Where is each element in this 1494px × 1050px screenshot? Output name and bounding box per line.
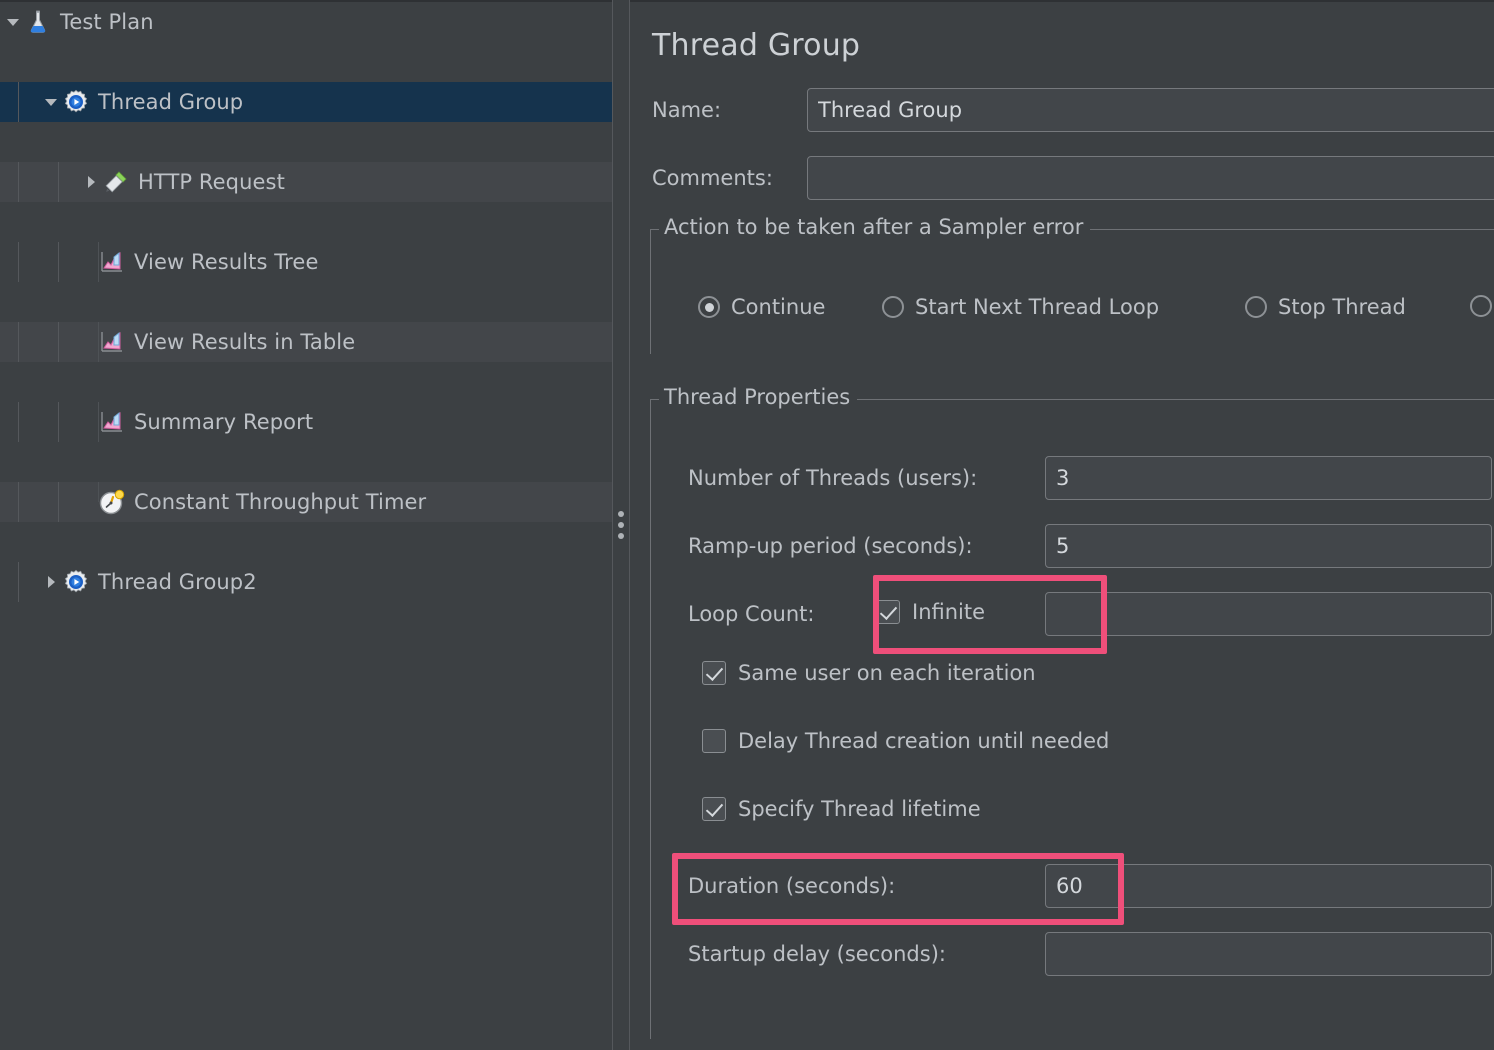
thread-properties-group-title: Thread Properties — [659, 385, 858, 409]
tree-item-test-plan[interactable]: Test Plan — [0, 2, 612, 42]
loop-count-input[interactable] — [1045, 592, 1492, 636]
radio-stop-thread[interactable]: Stop Thread — [1245, 295, 1406, 319]
tree-item-label: View Results in Table — [134, 330, 356, 354]
tree-item-view-results-in-table[interactable]: View Results in Table — [0, 322, 612, 362]
checkbox-label: Same user on each iteration — [738, 661, 1036, 685]
tree-item-label: Test Plan — [60, 10, 154, 34]
tree-item-label: View Results Tree — [134, 250, 319, 274]
chart-icon — [98, 248, 126, 276]
checkbox-delay-thread-creation[interactable]: Delay Thread creation until needed — [702, 729, 1109, 753]
tree-item-constant-throughput-timer[interactable]: Constant Throughput Timer — [0, 482, 612, 522]
tree-item-label: HTTP Request — [138, 170, 285, 194]
checkbox-icon[interactable] — [702, 661, 726, 685]
startup-delay-input[interactable] — [1045, 932, 1492, 976]
sampler-error-groupbox: Action to be taken after a Sampler error — [650, 215, 1494, 354]
loop-count-label: Loop Count: — [688, 602, 815, 626]
gear-icon — [62, 568, 90, 596]
tree-item-thread-group2[interactable]: Thread Group2 — [0, 562, 612, 602]
startup-delay-row: Startup delay (seconds): — [688, 932, 1492, 976]
tree-item-thread-group[interactable]: Thread Group — [0, 82, 612, 122]
page-title: Thread Group — [652, 28, 861, 63]
comments-row: Comments: — [652, 156, 1494, 200]
radio-icon[interactable] — [698, 296, 720, 318]
radio-icon[interactable] — [882, 296, 904, 318]
name-row: Name: — [652, 88, 1494, 132]
collapse-arrow-icon[interactable] — [40, 91, 62, 113]
tree-item-label: Thread Group2 — [98, 570, 257, 594]
gear-icon — [62, 88, 90, 116]
checkbox-icon[interactable] — [702, 729, 726, 753]
pipette-icon — [102, 168, 130, 196]
comments-label: Comments: — [652, 166, 773, 190]
thread-group-config-panel: Thread Group Name: Comments: Action to b… — [630, 0, 1494, 1050]
jmeter-window: Test Plan Thread Group HTTP Request View… — [0, 0, 1494, 1050]
checkbox-specify-thread-lifetime[interactable]: Specify Thread lifetime — [702, 797, 981, 821]
checkbox-icon[interactable] — [702, 797, 726, 821]
tree-item-view-results-tree[interactable]: View Results Tree — [0, 242, 612, 282]
tree-item-label: Thread Group — [98, 90, 244, 114]
checkbox-same-user-on-each-iteration[interactable]: Same user on each iteration — [702, 661, 1036, 685]
checkbox-label: Infinite — [912, 600, 986, 624]
tree-item-label: Constant Throughput Timer — [134, 490, 427, 514]
panel-splitter[interactable] — [612, 0, 630, 1050]
radio-icon[interactable] — [1245, 296, 1267, 318]
checkbox-icon[interactable] — [876, 600, 900, 624]
name-input[interactable] — [807, 88, 1494, 132]
radio-label: Start Next Thread Loop — [915, 295, 1160, 319]
tree-guides — [0, 82, 612, 122]
number-of-threads-input[interactable] — [1045, 456, 1492, 500]
checkbox-label: Delay Thread creation until needed — [738, 729, 1110, 753]
duration-input[interactable] — [1045, 864, 1492, 908]
number-of-threads-row: Number of Threads (users): — [688, 456, 1492, 500]
radio-label: Stop Thread — [1278, 295, 1406, 319]
sampler-error-group-title: Action to be taken after a Sampler error — [659, 215, 1091, 239]
test-plan-tree-panel[interactable]: Test Plan Thread Group HTTP Request View… — [0, 0, 612, 1050]
radio-label: Continue — [731, 295, 826, 319]
tree-item-summary-report[interactable]: Summary Report — [0, 402, 612, 442]
ramp-up-period-input[interactable] — [1045, 524, 1492, 568]
checkbox-label: Specify Thread lifetime — [738, 797, 981, 821]
expand-arrow-icon[interactable] — [40, 571, 62, 593]
startup-delay-label: Startup delay (seconds): — [688, 942, 946, 966]
clock-icon — [98, 488, 126, 516]
ramp-up-period-label: Ramp-up period (seconds): — [688, 534, 973, 558]
chart-icon — [98, 408, 126, 436]
tree-item-http-request[interactable]: HTTP Request — [0, 162, 612, 202]
duration-row: Duration (seconds): — [688, 864, 1492, 908]
radio-continue[interactable]: Continue — [698, 295, 825, 319]
name-label: Name: — [652, 98, 722, 122]
duration-label: Duration (seconds): — [688, 874, 896, 898]
loop-count-row: Loop Count: — [688, 592, 1492, 636]
number-of-threads-label: Number of Threads (users): — [688, 466, 978, 490]
comments-input[interactable] — [807, 156, 1494, 200]
checkbox-infinite[interactable]: Infinite — [876, 600, 985, 624]
expand-arrow-icon[interactable] — [80, 171, 102, 193]
tree-item-label: Summary Report — [134, 410, 314, 434]
flask-icon — [24, 8, 52, 36]
chart-icon — [98, 328, 126, 356]
expand-arrow-icon[interactable] — [2, 11, 24, 33]
radio-start-next-thread-loop[interactable]: Start Next Thread Loop — [882, 295, 1159, 319]
splitter-grip-icon[interactable] — [618, 511, 624, 539]
tree-guides — [0, 562, 612, 602]
radio-stop-test[interactable] — [1470, 295, 1494, 317]
radio-icon[interactable] — [1470, 295, 1492, 317]
ramp-up-period-row: Ramp-up period (seconds): — [688, 524, 1492, 568]
